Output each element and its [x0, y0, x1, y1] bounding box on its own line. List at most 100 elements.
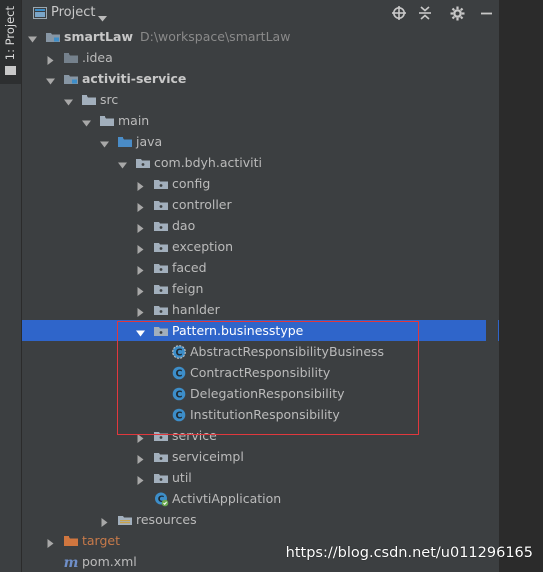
tree-item-label: hanlder [172, 302, 220, 317]
tree-item-label: config [172, 176, 210, 191]
expand-arrow-right-icon[interactable] [136, 221, 145, 233]
project-icon [33, 7, 47, 22]
tree-row[interactable]: C AbstractResponsibilityBusiness [22, 341, 499, 362]
tree-item-label: src [100, 92, 118, 107]
tree-item-name: target [82, 533, 121, 548]
tree-item-name: hanlder [172, 302, 220, 317]
tree-row[interactable]: com.bdyh.activiti [22, 152, 499, 173]
tree-row[interactable]: service [22, 425, 499, 446]
svg-text:C: C [176, 368, 183, 379]
tree-item-name: config [172, 176, 211, 191]
folder-icon [63, 50, 79, 66]
expand-arrow-right-icon[interactable] [136, 242, 145, 254]
tree-item-name: ContractResponsibility [190, 365, 331, 380]
expand-arrow-right-icon[interactable] [136, 263, 145, 275]
gear-icon[interactable] [448, 4, 466, 22]
tree-row[interactable]: config [22, 173, 499, 194]
maven-icon: m [63, 554, 79, 571]
tree-row[interactable]: .idea [22, 47, 499, 68]
collapse-all-icon[interactable] [416, 4, 434, 22]
expand-arrow-right-icon[interactable] [136, 200, 145, 212]
tree-item-name: activiti-service [82, 71, 187, 86]
project-panel-header: Project [22, 0, 499, 27]
tree-item-name: Pattern.businesstype [172, 323, 304, 338]
resources-folder-icon [117, 512, 133, 528]
expand-arrow-right-icon[interactable] [136, 431, 145, 443]
tool-window-strip: 1: Project [0, 0, 22, 572]
tree-row[interactable]: dao [22, 215, 499, 236]
watermark: https://blog.csdn.net/u011296165 [285, 545, 533, 561]
expand-arrow-right-icon[interactable] [100, 515, 109, 527]
package-icon [153, 323, 169, 339]
tree-item-label: com.bdyh.activiti [154, 155, 262, 170]
tree-item-name: InstitutionResponsibility [190, 407, 340, 422]
minimize-icon[interactable] [477, 4, 495, 22]
tree-row[interactable]: controller [22, 194, 499, 215]
spring-boot-class-icon: C [153, 491, 169, 507]
tree-item-name: main [118, 113, 150, 128]
package-icon [153, 281, 169, 297]
tree-scrollbar[interactable] [486, 26, 498, 572]
tree-item-label: java [136, 134, 162, 149]
expand-arrow-down-icon[interactable] [100, 137, 109, 148]
expand-arrow-right-icon[interactable] [136, 284, 145, 296]
expand-arrow-right-icon[interactable] [136, 452, 145, 464]
expand-arrow-down-icon[interactable] [64, 95, 73, 106]
editor-area [499, 0, 543, 572]
folder-icon [99, 113, 115, 129]
tree-row[interactable]: C ActivtiApplication [22, 488, 499, 509]
excluded-folder-icon [63, 533, 79, 549]
project-view-selector[interactable]: Project [51, 5, 95, 20]
tree-row[interactable]: exception [22, 236, 499, 257]
tree-row[interactable]: feign [22, 278, 499, 299]
expand-arrow-right-icon[interactable] [136, 179, 145, 191]
tree-item-name: util [172, 470, 192, 485]
tree-row[interactable]: activiti-service [22, 68, 499, 89]
expand-arrow-down-icon[interactable] [136, 326, 145, 337]
project-tool-tab[interactable]: 1: Project [0, 0, 21, 84]
expand-arrow-right-icon[interactable] [46, 53, 55, 65]
locate-target-icon[interactable] [390, 4, 408, 22]
package-icon [135, 155, 151, 171]
expand-arrow-down-icon[interactable] [28, 32, 37, 43]
tree-item-label: util [172, 470, 192, 485]
module-folder-icon [63, 71, 79, 87]
tree-row[interactable]: main [22, 110, 499, 131]
tree-item-name: resources [136, 512, 197, 527]
expand-arrow-right-icon[interactable] [46, 536, 55, 548]
tree-row[interactable]: Pattern.businesstype [22, 320, 499, 341]
class-icon: C [171, 365, 187, 381]
tree-item-label: main [118, 113, 149, 128]
tree-row[interactable]: java [22, 131, 499, 152]
tree-item-name: serviceimpl [172, 449, 244, 464]
tree-row[interactable]: smartLaw D:\workspace\smartLaw [22, 26, 499, 47]
package-icon [153, 449, 169, 465]
tree-row[interactable]: resources [22, 509, 499, 530]
package-icon [153, 176, 169, 192]
tree-row[interactable]: util [22, 467, 499, 488]
svg-text:m: m [64, 555, 79, 570]
expand-arrow-down-icon[interactable] [82, 116, 91, 127]
tree-row[interactable]: serviceimpl [22, 446, 499, 467]
svg-text:C: C [176, 410, 183, 421]
tree-row[interactable]: C DelegationResponsibility [22, 383, 499, 404]
tree-row[interactable]: hanlder [22, 299, 499, 320]
expand-arrow-down-icon[interactable] [118, 158, 127, 169]
expand-arrow-down-icon[interactable] [46, 74, 55, 85]
project-tree[interactable]: smartLaw D:\workspace\smartLaw .idea activi… [22, 26, 499, 572]
tree-item-label: faced [172, 260, 207, 275]
tree-row[interactable]: faced [22, 257, 499, 278]
folder-icon [5, 66, 16, 75]
expand-arrow-right-icon[interactable] [136, 305, 145, 317]
svg-text:C: C [176, 389, 183, 400]
project-tool-tab-label: 1: Project [3, 6, 17, 61]
expand-arrow-right-icon[interactable] [136, 473, 145, 485]
tree-row[interactable]: src [22, 89, 499, 110]
tree-row[interactable]: C InstitutionResponsibility [22, 404, 499, 425]
tree-item-name: faced [172, 260, 207, 275]
tree-item-label: .idea [82, 50, 113, 65]
chevron-down-icon[interactable] [98, 10, 107, 25]
tree-item-name: src [100, 92, 119, 107]
tree-item-label: feign [172, 281, 203, 296]
tree-row[interactable]: C ContractResponsibility [22, 362, 499, 383]
